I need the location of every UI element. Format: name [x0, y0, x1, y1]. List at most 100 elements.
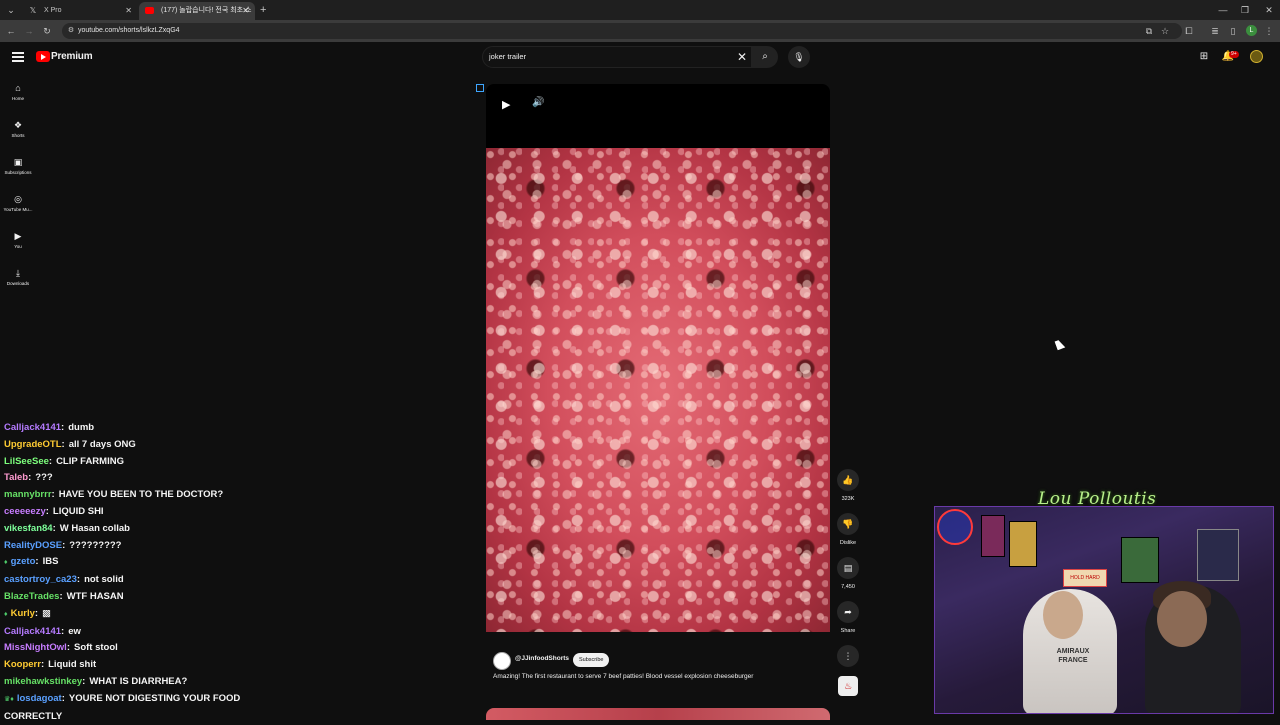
tab-search-icon[interactable]: ⌄	[4, 3, 18, 17]
cast-icon[interactable]: ⧉	[1142, 24, 1156, 38]
chat-badge-icon: ♦	[4, 559, 8, 567]
next-short-preview[interactable]	[486, 708, 830, 720]
chat-text: ?????????	[69, 539, 122, 551]
reading-list-icon[interactable]: ≣	[1208, 24, 1222, 38]
video-frame[interactable]	[486, 148, 830, 632]
chat-username: MissNightOwl	[4, 642, 67, 654]
x-logo-icon: 𝕏	[29, 6, 37, 15]
share-button[interactable]: ➦ Share	[836, 601, 860, 634]
close-tab-icon[interactable]: ✕	[242, 2, 249, 20]
share-label: Share	[840, 628, 856, 634]
bookmark-star-icon[interactable]: ☆	[1158, 24, 1172, 38]
channel-name[interactable]: @JJinfoodShorts	[515, 655, 569, 662]
subscribe-button[interactable]: Subscribe	[573, 653, 610, 667]
comment-count: 7,450	[841, 584, 855, 590]
shorts-player[interactable]: ▶ 🔊	[486, 84, 830, 632]
chat-separator: :	[76, 574, 81, 586]
address-bar[interactable]: ⚙ youtube.com/shorts/lslkzLZxqG4 ⧉ ☆	[62, 23, 1182, 39]
chat-separator: :	[34, 607, 39, 619]
chat-message: LilSeeSee: CLIP FARMING	[4, 454, 304, 471]
sidebar-item-label: YouTube Mu...	[3, 207, 33, 212]
like-button[interactable]: 👍 323K	[836, 469, 860, 502]
browser-menu-icon[interactable]: ⋮	[1262, 24, 1276, 38]
channel-avatar[interactable]	[493, 652, 511, 670]
restore-icon[interactable]: ❐	[1234, 0, 1256, 20]
sidebar-item-you[interactable]: ▶ You	[0, 230, 36, 249]
chat-text: Liquid shit	[48, 659, 97, 671]
chat-text: IBS	[42, 556, 59, 568]
minimize-icon[interactable]: —	[1212, 0, 1234, 20]
site-info-icon[interactable]: ⚙	[64, 24, 78, 38]
chat-message: ♦ Kurly: ▩	[4, 606, 304, 624]
chat-separator: :	[45, 505, 49, 517]
forward-icon[interactable]: →	[22, 24, 36, 38]
chat-separator: :	[40, 659, 45, 671]
chat-separator: :	[51, 489, 55, 501]
chat-separator: :	[82, 675, 86, 687]
chat-message: vikesfan84: W Hasan collab	[4, 521, 304, 538]
browser-tab-youtube[interactable]: (177) 놀랍습니다! 전국 최초 소 ✕	[139, 2, 255, 20]
short-title[interactable]: Amazing! The first restaurant to serve 7…	[493, 673, 753, 680]
new-tab-icon[interactable]: +	[260, 2, 266, 18]
chat-message: Calljack4141: dumb	[4, 420, 304, 437]
play-icon[interactable]: ▶	[502, 98, 510, 111]
chat-message: ♛♦ losdagoat: YOURE NOT DIGESTING YOUR FOO…	[4, 691, 304, 709]
chat-separator: :	[61, 692, 65, 704]
youtube-logo-icon[interactable]	[36, 51, 50, 62]
chat-separator: :	[28, 472, 32, 484]
search-box[interactable]: joker trailer ✕	[482, 46, 752, 68]
neon-lamp-sign: HOLD HARD	[1063, 569, 1107, 587]
tab-title: (177) 놀랍습니다! 전국 최초 소	[161, 7, 252, 14]
wall-poster	[981, 515, 1005, 557]
search-icon: ⌕	[762, 51, 768, 62]
chat-username: LilSeeSee	[4, 455, 49, 467]
youtube-music-icon: ◎	[14, 194, 22, 204]
profile-avatar[interactable]: L	[1246, 25, 1257, 36]
create-video-icon[interactable]: ⊞	[1197, 50, 1211, 64]
chat-message: ♦ gzeto: IBS	[4, 554, 304, 572]
side-panel-icon[interactable]: ▯	[1226, 24, 1240, 38]
chat-username: mikehawkstinkey	[4, 675, 83, 687]
hoodie-text: AMIRAUX FRANCE	[1056, 648, 1090, 664]
chat-text: LIQUID SHI	[52, 505, 104, 517]
sidebar-item-label: Downloads	[6, 281, 30, 286]
browser-tab-x-pro[interactable]: 𝕏 X Pro ✕	[22, 2, 138, 20]
sidebar-item-youtube-music[interactable]: ◎ YouTube Mu...	[0, 193, 36, 212]
more-options-button[interactable]: ⋮	[836, 645, 860, 667]
volume-icon[interactable]: 🔊	[532, 97, 544, 108]
chat-username: Taleb	[4, 472, 29, 484]
chat-separator: :	[48, 455, 53, 467]
comments-button[interactable]: ▤ 7,450	[836, 557, 860, 590]
back-icon[interactable]: ←	[4, 24, 18, 38]
chat-username: castortroy_ca23	[4, 574, 77, 586]
extensions-icon[interactable]: ⧠	[1182, 24, 1196, 38]
sidebar-item-subscriptions[interactable]: ▣ Subscriptions	[0, 156, 36, 175]
chat-message: Calljack4141: ew	[4, 624, 304, 641]
sound-remix-icon[interactable]: ♨	[838, 676, 858, 696]
wall-poster	[1197, 529, 1239, 581]
clear-search-icon[interactable]: ✕	[737, 47, 747, 67]
sidebar-item-downloads[interactable]: ⤓ Downloads	[0, 267, 36, 286]
hamburger-menu-icon[interactable]	[12, 52, 24, 62]
chat-username: Calljack4141	[4, 422, 62, 433]
close-tab-icon[interactable]: ✕	[125, 2, 132, 20]
chat-text: ▩	[42, 607, 52, 619]
sidebar-item-home[interactable]: ⌂ Home	[0, 82, 36, 101]
stream-chat-overlay: Calljack4141: dumb UpgradeOTL: all 7 days O…	[4, 420, 304, 725]
reload-icon[interactable]: ↻	[40, 24, 54, 38]
search-button[interactable]: ⌕	[752, 46, 778, 68]
chat-badge-icon: ♦	[4, 610, 8, 618]
youtube-premium-brand[interactable]: Premium	[51, 51, 93, 62]
chat-message: mannybrrr: HAVE YOU BEEN TO THE DOCTOR?	[4, 487, 304, 504]
chat-username: vikesfan84	[4, 522, 53, 534]
chat-message: RealityDOSE:?????????	[4, 538, 304, 555]
dislike-button[interactable]: 👎 Dislike	[836, 513, 860, 546]
chat-separator: :	[61, 438, 65, 450]
dislike-label: Dislike	[839, 540, 857, 546]
search-input[interactable]: joker trailer	[489, 47, 526, 67]
chat-separator: :	[62, 539, 66, 551]
account-avatar[interactable]	[1250, 50, 1263, 63]
voice-search-button[interactable]: 🎙	[788, 46, 810, 68]
sidebar-item-shorts[interactable]: ❖ Shorts	[0, 119, 36, 138]
close-window-icon[interactable]: ✕	[1258, 0, 1280, 20]
